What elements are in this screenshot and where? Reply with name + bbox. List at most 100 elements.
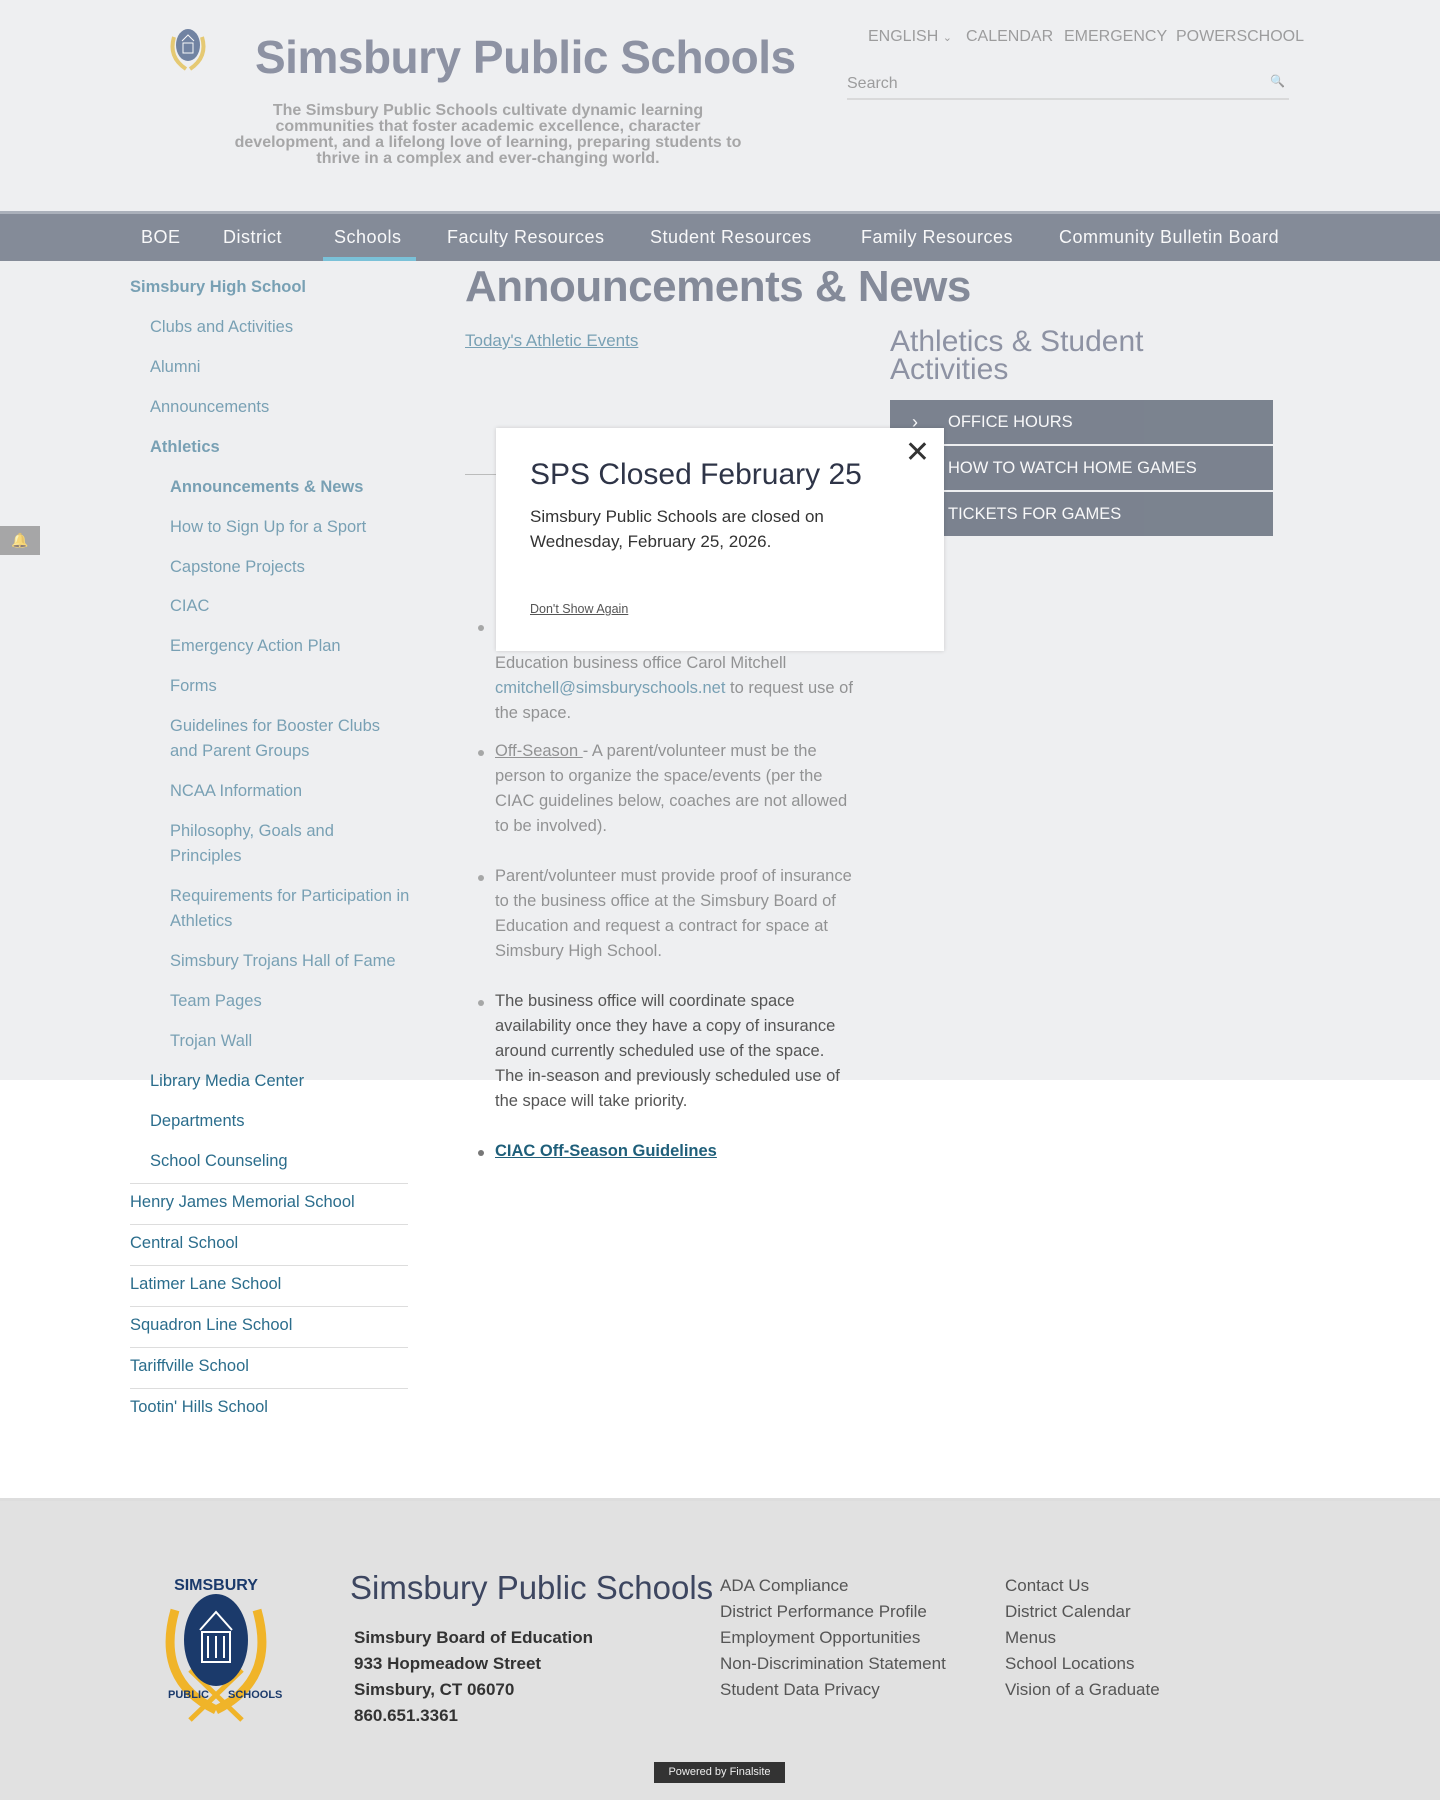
search-input[interactable]: [847, 70, 1247, 98]
page-title: Announcements & News: [465, 262, 971, 311]
search-icon[interactable]: 🔍: [1270, 74, 1285, 88]
sidebar-item[interactable]: Requirements for Participation in Athlet…: [170, 884, 410, 934]
nav-boe[interactable]: BOE: [141, 227, 181, 248]
powerschool-link[interactable]: POWERSCHOOL: [1176, 28, 1304, 46]
list-item: Education business office Carol Mitchell…: [495, 651, 855, 726]
active-nav-indicator: [323, 257, 416, 261]
sidebar-item-simsbury-high[interactable]: Simsbury High School: [130, 275, 306, 300]
svg-text:PUBLIC: PUBLIC: [168, 1689, 209, 1701]
sidebar-item[interactable]: How to Sign Up for a Sport: [170, 515, 366, 540]
notification-bell-icon[interactable]: 🔔: [0, 526, 40, 555]
divider: [130, 1347, 408, 1348]
modal-title: SPS Closed February 25: [530, 458, 862, 491]
powered-by-finalsite-badge[interactable]: Powered by Finalsite: [654, 1762, 785, 1783]
close-icon[interactable]: ✕: [905, 438, 930, 468]
sidebar-school[interactable]: Central School: [130, 1231, 238, 1256]
sidebar-item[interactable]: School Counseling: [150, 1149, 288, 1174]
sidebar-item[interactable]: Team Pages: [170, 989, 262, 1014]
footer-link[interactable]: Contact Us: [1005, 1576, 1089, 1596]
bullet: [478, 1150, 484, 1156]
calendar-link[interactable]: CALENDAR: [966, 28, 1053, 46]
site-title[interactable]: Simsbury Public Schools: [255, 30, 796, 84]
language-label: ENGLISH: [868, 28, 939, 45]
sidebar-item[interactable]: Trojan Wall: [170, 1029, 252, 1054]
email-link[interactable]: cmitchell@simsburyschools.net: [495, 679, 725, 697]
sidebar-item[interactable]: CIAC: [170, 594, 209, 619]
svg-text:SIMSBURY: SIMSBURY: [174, 1577, 258, 1594]
bullet: [478, 875, 484, 881]
ciac-guidelines-link[interactable]: CIAC Off-Season Guidelines: [495, 1139, 717, 1164]
sidebar-item[interactable]: Simsbury Trojans Hall of Fame: [170, 949, 396, 974]
divider: [130, 1306, 408, 1307]
tagline: The Simsbury Public Schools cultivate dy…: [234, 102, 742, 167]
chevron-down-icon: ⌄: [942, 32, 952, 44]
address-line: Simsbury, CT 06070: [354, 1680, 515, 1699]
footer-link[interactable]: Employment Opportunities: [720, 1628, 920, 1648]
footer-link[interactable]: District Calendar: [1005, 1602, 1131, 1622]
sidebar-school[interactable]: Squadron Line School: [130, 1313, 292, 1338]
svg-text:SCHOOLS: SCHOOLS: [228, 1689, 282, 1701]
menu-tickets[interactable]: ›TICKETS FOR GAMES: [890, 492, 1273, 536]
footer-link[interactable]: District Performance Profile: [720, 1602, 927, 1622]
search-box: 🔍: [847, 70, 1289, 100]
sidebar-item[interactable]: Guidelines for Booster Clubs and Parent …: [170, 714, 405, 764]
divider: [130, 1388, 408, 1389]
list-text: Education business office Carol Mitchell: [495, 654, 787, 672]
footer-link[interactable]: Vision of a Graduate: [1005, 1680, 1160, 1700]
footer-logo: SIMSBURY PUBLIC SCHOOLS: [165, 1577, 282, 1722]
sidebar-school[interactable]: Henry James Memorial School: [130, 1190, 355, 1215]
nav-student-resources[interactable]: Student Resources: [650, 227, 812, 248]
footer: SIMSBURY PUBLIC SCHOOLS Simsbury Public Sc…: [0, 1498, 1440, 1800]
sidebar-item[interactable]: Emergency Action Plan: [170, 634, 341, 659]
sidebar-school[interactable]: Latimer Lane School: [130, 1272, 281, 1297]
sidebar-item[interactable]: Announcements: [150, 395, 269, 420]
footer-link[interactable]: ADA Compliance: [720, 1576, 849, 1596]
sidebar-item[interactable]: Clubs and Activities: [150, 315, 293, 340]
athletics-heading: Athletics & Student Activities: [890, 325, 1144, 386]
phone: 860.651.3361: [354, 1706, 458, 1725]
sidebar-item[interactable]: Alumni: [150, 355, 200, 380]
menu-office-hours[interactable]: › OFFICE HOURS: [890, 400, 1273, 444]
nav-family-resources[interactable]: Family Resources: [861, 227, 1013, 248]
todays-athletic-events-link[interactable]: Today's Athletic Events: [465, 331, 638, 351]
list-item: The business office will coordinate spac…: [495, 992, 840, 1110]
footer-title: Simsbury Public Schools: [350, 1569, 714, 1606]
menu-how-to-watch[interactable]: ›HOW TO WATCH HOME GAMES: [890, 446, 1273, 490]
footer-link[interactable]: Non-Discrimination Statement: [720, 1654, 946, 1674]
sidebar-item[interactable]: Departments: [150, 1109, 244, 1134]
address-line: Simsbury Board of Education: [354, 1628, 593, 1647]
district-logo[interactable]: [164, 17, 212, 75]
sidebar-item[interactable]: NCAA Information: [170, 779, 302, 804]
list-item: Off-Season - A parent/volunteer must be …: [495, 739, 855, 839]
divider: [130, 1265, 408, 1266]
language-select[interactable]: ENGLISH ⌄: [868, 28, 952, 46]
sidebar-item[interactable]: Philosophy, Goals and Principles: [170, 819, 370, 869]
nav-schools[interactable]: Schools: [334, 227, 402, 248]
sidebar-item[interactable]: Capstone Projects: [170, 555, 305, 580]
off-season-link[interactable]: Off-Season: [495, 742, 583, 760]
divider: [130, 1183, 408, 1184]
sidebar-item-current[interactable]: Announcements & News: [170, 475, 363, 500]
sidebar-item[interactable]: Forms: [170, 674, 217, 699]
emergency-link[interactable]: EMERGENCY: [1064, 28, 1167, 46]
footer-link[interactable]: Student Data Privacy: [720, 1680, 880, 1700]
sidebar-item-athletics[interactable]: Athletics: [150, 435, 220, 460]
footer-link[interactable]: School Locations: [1005, 1654, 1134, 1674]
dont-show-again-link[interactable]: Don't Show Again: [530, 602, 628, 616]
bullet: [478, 750, 484, 756]
nav-faculty-resources[interactable]: Faculty Resources: [447, 227, 605, 248]
list-item: Parent/volunteer must provide proof of i…: [495, 867, 852, 960]
main-nav: BOE District Schools Faculty Resources S…: [0, 211, 1440, 261]
nav-community-bulletin-board[interactable]: Community Bulletin Board: [1059, 227, 1279, 248]
nav-district[interactable]: District: [223, 227, 282, 248]
menu-label: TICKETS FOR GAMES: [948, 505, 1122, 523]
sidebar-school[interactable]: Tootin' Hills School: [130, 1395, 268, 1420]
divider: [130, 1224, 408, 1225]
bullet: [478, 1000, 484, 1006]
footer-link[interactable]: Menus: [1005, 1628, 1056, 1648]
sidebar-school[interactable]: Tariffville School: [130, 1354, 249, 1379]
menu-label: OFFICE HOURS: [948, 413, 1073, 431]
closure-alert-modal: SPS Closed February 25 ✕ Simsbury Public…: [496, 428, 944, 651]
menu-label: HOW TO WATCH HOME GAMES: [948, 459, 1197, 477]
sidebar-item[interactable]: Library Media Center: [150, 1069, 304, 1094]
